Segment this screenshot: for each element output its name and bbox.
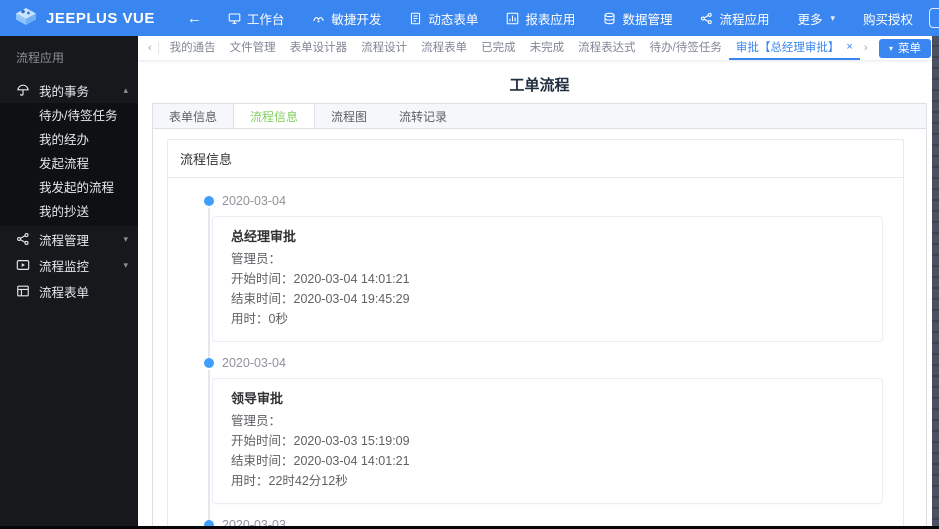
tab-form-info[interactable]: 表单信息 <box>153 104 233 128</box>
process-icon <box>700 12 713 25</box>
chevron-down-icon: ▾ <box>830 12 836 23</box>
monitor-icon <box>228 12 241 25</box>
page-tab-strip: ‹ 我的通告 文件管理 表单设计器 流程设计 流程表单 已完成 未完成 流程表达… <box>138 36 939 61</box>
page-tab[interactable]: 已完成 <box>474 36 523 60</box>
timeline-dot-icon <box>204 358 214 368</box>
assignee-field: 管理员： <box>231 414 282 428</box>
nav-item-process-app[interactable]: 流程应用 <box>700 9 769 28</box>
page-tab[interactable]: 我的通告 <box>163 36 223 60</box>
page-tab[interactable]: 表单设计器 <box>283 36 355 60</box>
detail-tab-header: 表单信息 流程信息 流程图 流转记录 <box>153 104 926 129</box>
sidebar-submenu: 待办/待签任务 我的经办 发起流程 我发起的流程 我的抄送 <box>0 103 138 226</box>
sidebar: 流程应用 我的事务 ▴ 待办/待签任务 我的经办 发起流程 我发起的流程 我的抄… <box>0 36 138 529</box>
nav-item-agile-dev[interactable]: 敏捷开发 <box>312 9 381 28</box>
app-logo-icon <box>14 5 38 32</box>
page-tab[interactable]: 流程表单 <box>414 36 474 60</box>
tab-strip-divider <box>157 42 159 54</box>
sidebar-group-process-management[interactable]: 流程管理 ▾ <box>0 226 138 252</box>
umbrella-icon <box>16 83 30 97</box>
chevron-up-icon: ▴ <box>123 84 128 95</box>
timeline-date: 2020-03-04 <box>222 356 286 370</box>
menu-dropdown-button[interactable]: ▾ 菜单 <box>878 38 931 58</box>
page-content: 工单流程 表单信息 流程信息 流程图 流转记录 流程信息 2020-03-04 … <box>138 61 939 529</box>
sidebar-group-label: 我的事务 <box>39 84 90 99</box>
assignee-field: 管理员： <box>231 252 282 266</box>
start-time-field: 开始时间：2020-03-04 14:01:21 <box>231 272 410 286</box>
task-title: 总经理审批 <box>231 229 297 244</box>
timeline-dot-icon <box>204 196 214 206</box>
page-tab[interactable]: 流程表达式 <box>571 36 643 60</box>
page-tab-active[interactable]: 审批【总经理审批】 × <box>728 36 860 60</box>
page-tab[interactable]: 未完成 <box>523 36 572 60</box>
report-chart-icon <box>506 12 519 25</box>
page-tab[interactable]: 待办/待签任务 <box>643 36 729 60</box>
database-icon <box>603 12 616 25</box>
page-tab[interactable]: 文件管理 <box>223 36 283 60</box>
timeline-card: 总经理审批 管理员： 开始时间：2020-03-04 14:01:21 结束时间… <box>212 216 883 342</box>
task-title: 领导审批 <box>231 391 284 406</box>
sidebar-item-my-started[interactable]: 我发起的流程 <box>0 176 138 200</box>
panel-title: 流程信息 <box>168 140 903 178</box>
tab-scroll-left-icon[interactable]: ‹ <box>144 42 156 54</box>
process-info-panel: 流程信息 2020-03-04 总经理审批 管理员： 开始时间：2020-03-… <box>167 139 904 529</box>
start-time-field: 开始时间：2020-03-03 15:19:09 <box>231 434 410 448</box>
tab-scroll-right-icon[interactable]: › <box>860 42 872 54</box>
timeline-item: 2020-03-04 领导审批 管理员： 开始时间：2020-03-03 15:… <box>204 356 883 526</box>
navbar-right-group: 购买授权 ▾ 1 管理员 ⋮ <box>863 6 939 30</box>
process-timeline: 2020-03-04 总经理审批 管理员： 开始时间：2020-03-04 14… <box>168 178 903 529</box>
sidebar-group-process-monitor[interactable]: 流程监控 ▾ <box>0 252 138 278</box>
panel-toggle-button[interactable]: ▾ <box>929 8 939 28</box>
tab-process-diagram[interactable]: 流程图 <box>315 104 383 128</box>
sidebar-group-label: 流程表单 <box>39 285 90 300</box>
sidebar-group-label: 流程管理 <box>39 233 90 248</box>
share-nodes-icon <box>16 232 30 246</box>
sidebar-group-process-form[interactable]: 流程表单 <box>0 278 138 304</box>
brand-title: JEEPLUS VUE <box>46 9 155 27</box>
monitor-play-icon <box>16 258 30 272</box>
duration-field: 用时：0秒 <box>231 312 288 326</box>
timeline-date: 2020-03-04 <box>222 194 286 208</box>
end-time-field: 结束时间：2020-03-04 14:01:21 <box>231 454 410 468</box>
timeline-item: 2020-03-04 总经理审批 管理员： 开始时间：2020-03-04 14… <box>204 194 883 364</box>
main-area: ‹ 我的通告 文件管理 表单设计器 流程设计 流程表单 已完成 未完成 流程表达… <box>138 36 939 529</box>
sidebar-group-label: 流程监控 <box>39 259 90 274</box>
end-time-field: 结束时间：2020-03-04 19:45:29 <box>231 292 410 306</box>
nav-item-more[interactable]: 更多 ▾ <box>797 9 835 28</box>
chevron-down-icon: ▾ <box>123 233 128 244</box>
sidebar-item-my-cc[interactable]: 我的抄送 <box>0 200 138 224</box>
nav-item-data-management[interactable]: 数据管理 <box>603 9 672 28</box>
sidebar-item-start-process[interactable]: 发起流程 <box>0 152 138 176</box>
sidebar-item-todo-tasks[interactable]: 待办/待签任务 <box>0 104 138 128</box>
chevron-down-icon: ▾ <box>888 43 893 53</box>
nav-item-report-app[interactable]: 报表应用 <box>506 9 575 28</box>
page-tab[interactable]: 流程设计 <box>354 36 414 60</box>
detail-tabs-card: 表单信息 流程信息 流程图 流转记录 流程信息 2020-03-04 总经理审批… <box>152 103 927 529</box>
collapse-back-arrow-icon[interactable]: ← <box>187 10 202 27</box>
tab-flow-record[interactable]: 流转记录 <box>383 104 463 128</box>
form-icon <box>16 284 30 298</box>
buy-license-link[interactable]: 购买授权 <box>863 9 913 28</box>
chevron-down-icon: ▾ <box>123 259 128 270</box>
detail-tab-body: 流程信息 2020-03-04 总经理审批 管理员： 开始时间：2020-03-… <box>153 129 926 529</box>
page-title: 工单流程 <box>509 77 570 94</box>
nav-item-workbench[interactable]: 工作台 <box>228 9 284 28</box>
tab-process-info[interactable]: 流程信息 <box>233 104 316 128</box>
close-icon[interactable]: × <box>846 41 852 53</box>
agile-icon <box>312 12 325 25</box>
sidebar-group-my-affairs[interactable]: 我的事务 ▴ <box>0 77 138 103</box>
duration-field: 用时：22时42分12秒 <box>231 474 348 488</box>
sidebar-section-title: 流程应用 <box>16 51 65 65</box>
timeline-card: 领导审批 管理员： 开始时间：2020-03-03 15:19:09 结束时间：… <box>212 378 883 504</box>
sidebar-item-my-handled[interactable]: 我的经办 <box>0 128 138 152</box>
top-navbar: JEEPLUS VUE ← 工作台 敏捷开发 动态表单 报表应用 数据管理 流程… <box>0 0 939 36</box>
vertical-scrollbar[interactable] <box>932 36 939 529</box>
nav-item-dynamic-form[interactable]: 动态表单 <box>409 9 478 28</box>
dynamic-form-icon <box>409 12 422 25</box>
